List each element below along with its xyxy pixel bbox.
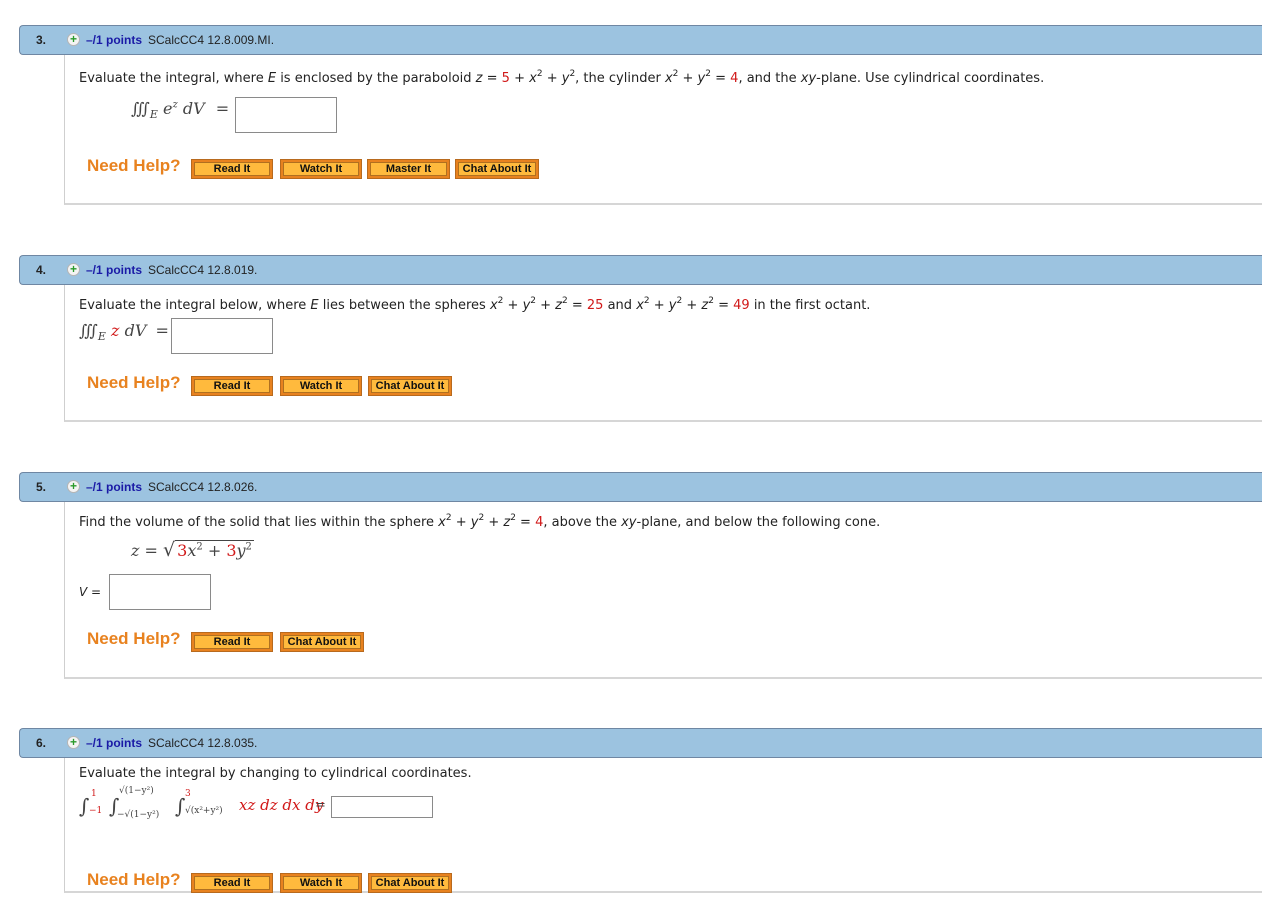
read-it-button[interactable]: Read It	[191, 873, 273, 893]
question-6: 6. + –/1 points SCalcCC4 12.8.035. Evalu…	[19, 728, 1262, 893]
question-body: Find the volume of the solid that lies w…	[64, 502, 1262, 679]
watch-it-button[interactable]: Watch It	[280, 159, 362, 179]
need-help-label: Need Help?	[87, 156, 181, 175]
watch-it-button[interactable]: Watch It	[280, 376, 362, 396]
question-header: 5. + –/1 points SCalcCC4 12.8.026.	[19, 472, 1262, 502]
chat-about-it-button[interactable]: Chat About It	[368, 376, 452, 396]
question-header: 6. + –/1 points SCalcCC4 12.8.035.	[19, 728, 1262, 758]
triple-integral-formula: ∫ 1 −1 ∫ √(1−y²) −√(1−y²) ∫ 3 √(x²+y²) x…	[79, 786, 326, 820]
question-number: 5.	[36, 480, 47, 494]
question-code: SCalcCC4 12.8.019.	[148, 263, 258, 277]
question-text: Find the volume of the solid that lies w…	[79, 513, 881, 530]
question-number: 3.	[36, 33, 47, 47]
read-it-button[interactable]: Read It	[191, 632, 273, 652]
question-code: SCalcCC4 12.8.009.MI.	[148, 33, 275, 47]
question-code: SCalcCC4 12.8.035.	[148, 736, 258, 750]
question-body: Evaluate the integral by changing to cyl…	[64, 758, 1262, 893]
chat-about-it-button[interactable]: Chat About It	[280, 632, 364, 652]
question-text: Evaluate the integral by changing to cyl…	[79, 766, 472, 781]
read-it-button[interactable]: Read It	[191, 376, 273, 396]
question-header: 4. + –/1 points SCalcCC4 12.8.019.	[19, 255, 1262, 285]
volume-label: V =	[79, 585, 102, 599]
points-label[interactable]: –/1 points	[86, 736, 142, 750]
master-it-button[interactable]: Master It	[367, 159, 450, 179]
question-4: 4. + –/1 points SCalcCC4 12.8.019. Evalu…	[19, 255, 1262, 422]
question-5: 5. + –/1 points SCalcCC4 12.8.026. Find …	[19, 472, 1262, 679]
expand-plus-icon[interactable]: +	[67, 263, 80, 276]
question-text: Evaluate the integral below, where E lie…	[79, 296, 871, 313]
question-header: 3. + –/1 points SCalcCC4 12.8.009.MI.	[19, 25, 1262, 55]
question-code: SCalcCC4 12.8.026.	[148, 480, 258, 494]
need-help-label: Need Help?	[87, 870, 181, 889]
expand-plus-icon[interactable]: +	[67, 480, 80, 493]
points-label[interactable]: –/1 points	[86, 33, 142, 47]
answer-input[interactable]	[331, 796, 433, 818]
answer-input[interactable]	[109, 574, 211, 610]
need-help-label: Need Help?	[87, 373, 181, 392]
read-it-button[interactable]: Read It	[191, 159, 273, 179]
integral-formula: ∭E ez dV =	[131, 99, 230, 122]
cone-formula: z = √ 3x2 + 3y2	[131, 539, 254, 561]
question-body: Evaluate the integral below, where E lie…	[64, 285, 1262, 422]
integral-formula: ∭E z dV =	[79, 321, 169, 344]
question-number: 6.	[36, 736, 47, 750]
chat-about-it-button[interactable]: Chat About It	[455, 159, 539, 179]
answer-input[interactable]	[235, 97, 337, 133]
points-label[interactable]: –/1 points	[86, 480, 142, 494]
expand-plus-icon[interactable]: +	[67, 736, 80, 749]
question-3: 3. + –/1 points SCalcCC4 12.8.009.MI. Ev…	[19, 25, 1262, 205]
points-label[interactable]: –/1 points	[86, 263, 142, 277]
chat-about-it-button[interactable]: Chat About It	[368, 873, 452, 893]
answer-input[interactable]	[171, 318, 273, 354]
question-number: 4.	[36, 263, 47, 277]
expand-plus-icon[interactable]: +	[67, 33, 80, 46]
question-body: Evaluate the integral, where E is enclos…	[64, 55, 1262, 205]
question-text: Evaluate the integral, where E is enclos…	[79, 69, 1045, 86]
watch-it-button[interactable]: Watch It	[280, 873, 362, 893]
need-help-label: Need Help?	[87, 629, 181, 648]
